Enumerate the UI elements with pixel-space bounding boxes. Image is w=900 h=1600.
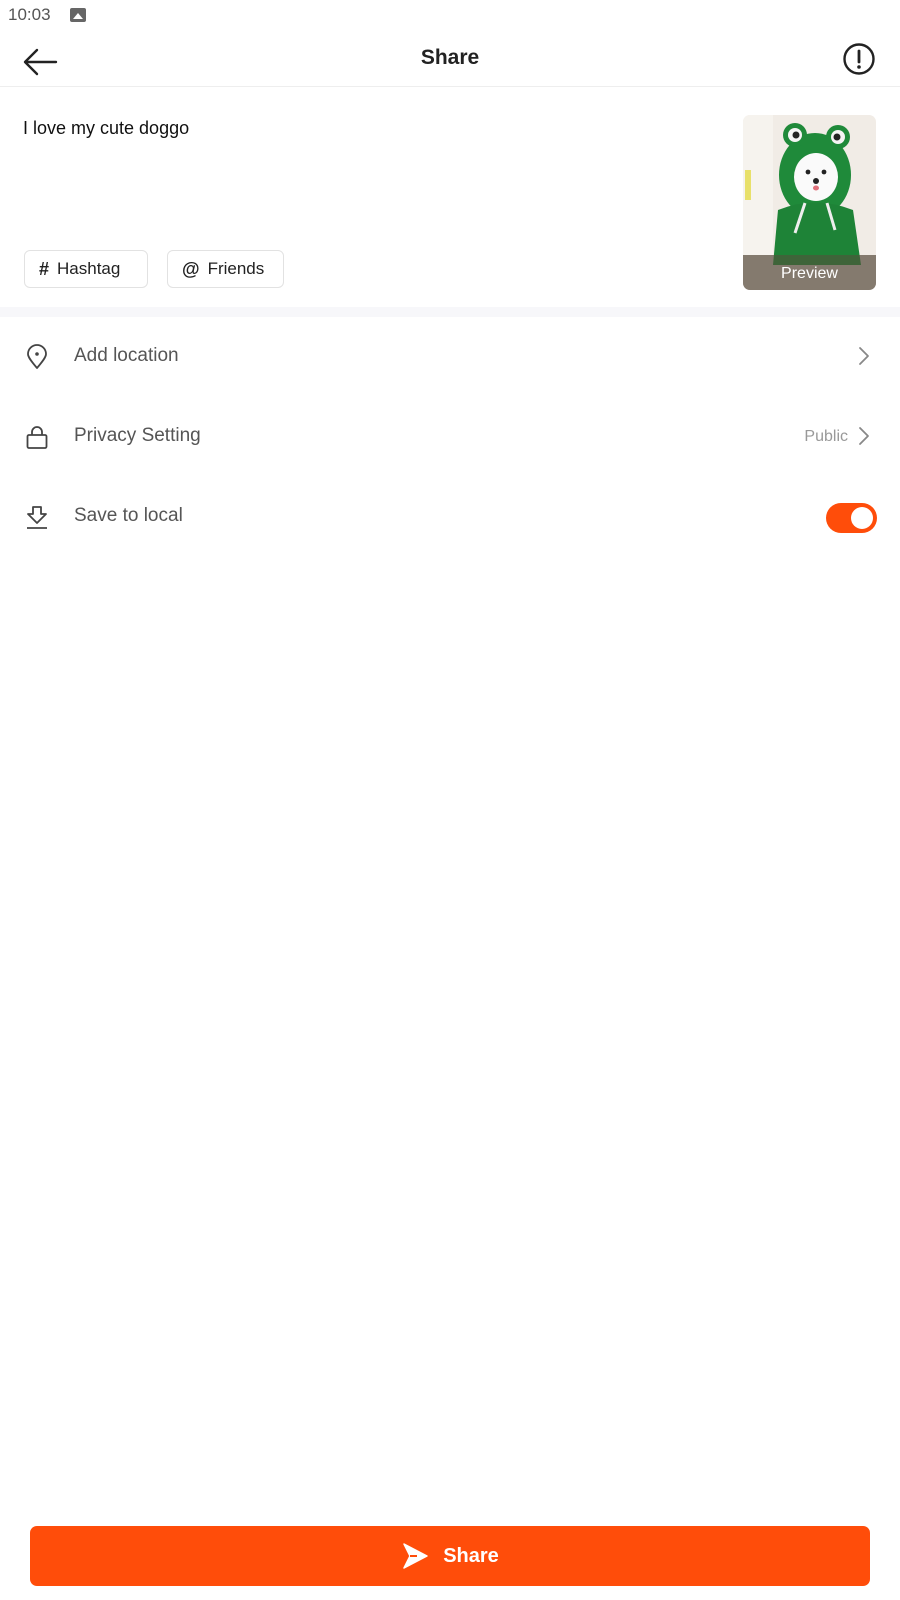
send-icon	[403, 1543, 428, 1569]
save-to-local-toggle[interactable]	[826, 503, 877, 533]
caption-input[interactable]: I love my cute doggo	[23, 118, 189, 139]
share-button-label: Share	[443, 1544, 499, 1567]
page-title: Share	[420, 46, 480, 69]
hashtag-label: Hashtag	[57, 259, 121, 278]
add-location-label: Add location	[74, 345, 179, 366]
header: Share	[0, 34, 900, 87]
friends-button[interactable]: @ Friends	[167, 250, 284, 288]
privacy-value: Public	[804, 428, 848, 445]
mention-icon: @	[182, 258, 200, 279]
share-button[interactable]: Share	[30, 1526, 870, 1586]
chevron-right-icon	[859, 427, 869, 445]
preview-thumbnail[interactable]: Preview	[743, 115, 876, 290]
toggle-knob	[851, 507, 873, 529]
friends-label: Friends	[207, 259, 265, 278]
alert-circle-icon	[843, 43, 875, 75]
lock-icon	[26, 426, 48, 449]
status-bar-time: 10:03	[8, 5, 51, 24]
privacy-setting-label: Privacy Setting	[74, 425, 201, 446]
image-notification-icon	[70, 8, 86, 22]
add-location-row[interactable]: Add location	[0, 322, 900, 392]
download-icon	[27, 506, 47, 529]
chevron-right-icon	[859, 347, 869, 365]
section-divider	[0, 307, 900, 317]
info-button[interactable]	[842, 42, 876, 76]
preview-label: Preview	[743, 255, 876, 290]
save-to-local-row: Save to local	[0, 482, 900, 552]
location-pin-icon	[27, 344, 47, 369]
save-to-local-label: Save to local	[74, 505, 183, 526]
privacy-setting-row[interactable]: Privacy Setting Public	[0, 402, 900, 472]
hashtag-button[interactable]: # Hashtag	[24, 250, 148, 288]
hashtag-icon: #	[39, 258, 50, 279]
